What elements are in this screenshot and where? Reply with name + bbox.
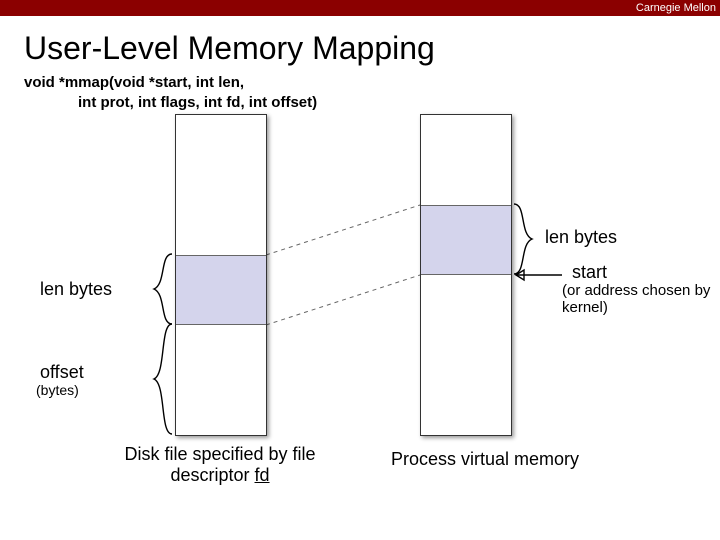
process-vm-column (420, 114, 512, 436)
caption-disk-prefix: Disk file specified by file descriptor (124, 444, 315, 485)
header-org: Carnegie Mellon (636, 2, 716, 14)
disk-file-column (175, 114, 267, 436)
disk-file-mapped-region (176, 255, 266, 325)
arrow-start (512, 267, 562, 283)
process-vm-mapped-region (421, 205, 511, 275)
function-signature: void *mmap(void *start, int len, int pro… (24, 73, 720, 114)
brace-len-left (148, 254, 174, 324)
label-offset-sub: (bytes) (36, 382, 79, 398)
signature-line1: void *mmap(void *start, int len, (24, 74, 244, 91)
brace-offset (148, 324, 174, 434)
brace-len-right (512, 204, 538, 274)
slide-title: User-Level Memory Mapping (24, 30, 720, 67)
label-offset: offset (40, 362, 84, 383)
header-bar: Carnegie Mellon (0, 0, 720, 16)
mmap-diagram: len bytes offset (bytes) len bytes start… (0, 114, 720, 514)
caption-process-vm: Process virtual memory (370, 449, 600, 470)
label-start: start (572, 262, 607, 283)
caption-disk-fd: fd (255, 465, 270, 485)
label-start-sub: (or address chosen by kernel) (562, 282, 712, 316)
caption-disk-file: Disk file specified by file descriptor f… (115, 444, 325, 486)
signature-line2: int prot, int flags, int fd, int offset) (78, 93, 317, 113)
label-len-left: len bytes (40, 279, 112, 300)
label-len-right: len bytes (545, 227, 617, 248)
